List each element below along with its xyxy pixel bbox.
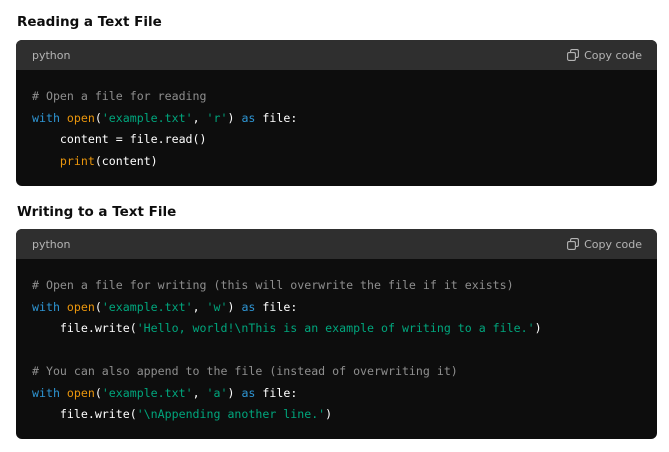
code-line: file.write('\nAppending another line.') [32,404,641,426]
code-token-plain: ) [227,385,242,400]
code-token-string: 'example.txt' [101,110,193,125]
code-token-string: 'w' [206,299,228,314]
copy-code-button[interactable]: Copy code [567,238,642,251]
code-token-plain: ( [94,385,102,400]
code-token-keyword: as [241,385,256,400]
copy-icon [567,238,580,250]
code-line: with open('example.txt', 'r') as file: [32,108,641,130]
code-token-comment: # You can also append to the file (inste… [32,364,458,378]
code-token-string: 'a' [206,385,228,400]
code-token-plain: , [192,110,207,125]
code-token-plain: file: [255,299,298,314]
code-token-plain: file: [255,110,298,125]
code-token-builtin: open [66,385,95,400]
code-token-string: 'example.txt' [101,385,193,400]
code-token-plain: ) [227,299,242,314]
code-token-plain: ( [94,110,102,125]
code-block-reading: python Copy code # Open a file for readi… [16,40,657,186]
code-token-builtin: print [59,153,95,168]
code-content[interactable]: # Open a file for writing (this will ove… [16,259,657,426]
code-line: with open('example.txt', 'a') as file: [32,383,641,405]
copy-icon [567,49,580,61]
code-token-comment: # Open a file for reading [32,89,207,103]
code-line: file.write('Hello, world!\nThis is an ex… [32,318,641,340]
copy-code-label: Copy code [584,237,642,251]
code-token-plain: file: [255,385,298,400]
code-token-plain: (content) [94,153,158,168]
code-token-plain: file.write( [32,407,137,421]
code-token-string: '\nAppending another line.' [136,407,326,421]
code-token-keyword: with [32,110,60,125]
code-token-plain: , [192,385,207,400]
code-token-keyword: with [32,385,60,400]
code-content[interactable]: # Open a file for reading with open('exam… [16,70,657,172]
code-block-writing: python Copy code # Open a file for writi… [16,229,657,439]
code-line: content = file.read() [32,129,641,151]
code-line: # You can also append to the file (inste… [32,361,641,383]
section-heading-writing: Writing to a Text File [17,204,177,220]
code-block-header: python Copy code [16,229,657,259]
copy-code-button[interactable]: Copy code [567,49,642,62]
copy-code-label: Copy code [584,48,642,62]
code-line: print(content) [32,151,641,173]
code-token-plain: content = file.read() [32,132,207,146]
code-token-string: 'example.txt' [101,299,193,314]
language-label: python [32,48,71,62]
code-token-plain: ( [94,299,102,314]
code-token-plain: ) [534,321,542,335]
code-token-comment: # Open a file for writing (this will ove… [32,278,514,292]
code-token-plain: ) [227,110,242,125]
code-token-builtin: open [66,299,95,314]
code-token-plain: ) [325,407,333,421]
code-token-keyword: with [32,299,60,314]
code-token-builtin: open [66,110,95,125]
section-heading-reading: Reading a Text File [17,14,162,30]
code-token-plain: file.write( [32,321,137,335]
code-token-keyword: as [241,299,256,314]
code-token-keyword: as [241,110,256,125]
code-token-string: 'r' [206,110,228,125]
code-token-string: 'Hello, world!\nThis is an example of wr… [136,321,535,335]
code-line: with open('example.txt', 'w') as file: [32,297,641,319]
language-label: python [32,237,71,251]
code-token-plain: , [192,299,207,314]
code-line: # Open a file for writing (this will ove… [32,275,641,297]
code-block-header: python Copy code [16,40,657,70]
code-line: # Open a file for reading [32,86,641,108]
